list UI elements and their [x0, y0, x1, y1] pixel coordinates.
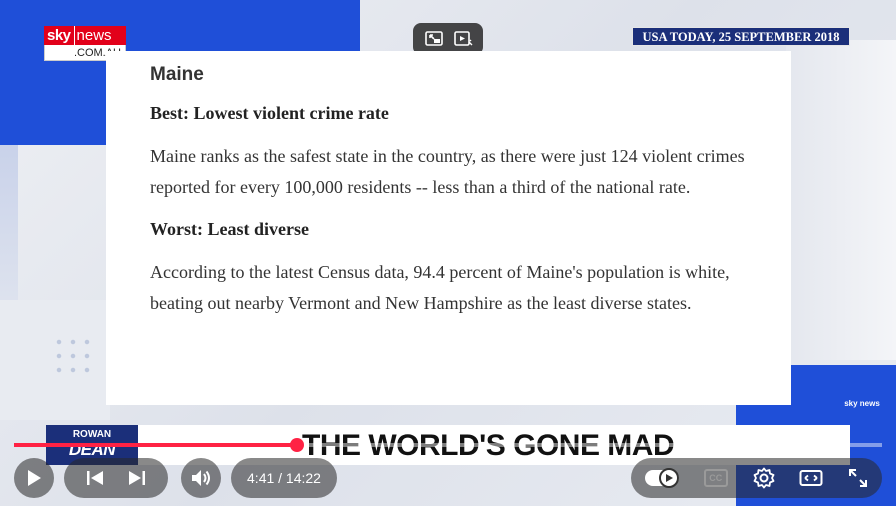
progress-scrubber[interactable]	[289, 438, 304, 452]
play-icon	[25, 468, 43, 488]
previous-icon[interactable]	[85, 469, 105, 487]
best-paragraph: Maine ranks as the safest state in the c…	[150, 146, 745, 197]
background-grey-panel	[786, 40, 896, 360]
clip-icon[interactable]	[452, 28, 474, 50]
volume-button[interactable]	[181, 458, 221, 498]
theater-icon[interactable]	[799, 469, 823, 487]
progress-fill	[14, 443, 297, 447]
fullscreen-icon[interactable]	[848, 468, 868, 488]
captions-icon[interactable]: CC	[703, 469, 728, 487]
source-banner: USA TODAY, 25 SEPTEMBER 2018	[632, 27, 850, 46]
sky-news-mini-logo: sky news	[842, 399, 882, 409]
settings-icon[interactable]	[753, 467, 775, 489]
article-card: Maine Best: Lowest violent crime rate Ma…	[106, 51, 791, 405]
worst-paragraph: According to the latest Census data, 94.…	[150, 262, 730, 313]
picture-in-picture-icon[interactable]	[423, 28, 445, 50]
state-heading: Maine	[150, 64, 204, 85]
play-button[interactable]	[14, 458, 54, 498]
video-player[interactable]: sky news .COM.AU USA TODAY, 25 SEPTEMBER…	[0, 0, 896, 506]
best-heading: Best: Lowest violent crime rate	[150, 103, 389, 123]
worst-heading: Worst: Least diverse	[150, 219, 309, 239]
autoplay-toggle[interactable]	[645, 468, 679, 488]
next-icon[interactable]	[127, 469, 147, 487]
logo-news-text: news	[73, 26, 126, 45]
background-dots	[52, 335, 92, 375]
time-display: 4:41 / 14:22	[231, 458, 337, 498]
show-tag-line1: ROWAN	[72, 429, 112, 440]
volume-icon	[190, 468, 212, 488]
right-controls: CC	[631, 458, 882, 498]
logo-sky-text: sky	[44, 26, 74, 45]
skip-controls	[64, 458, 168, 498]
